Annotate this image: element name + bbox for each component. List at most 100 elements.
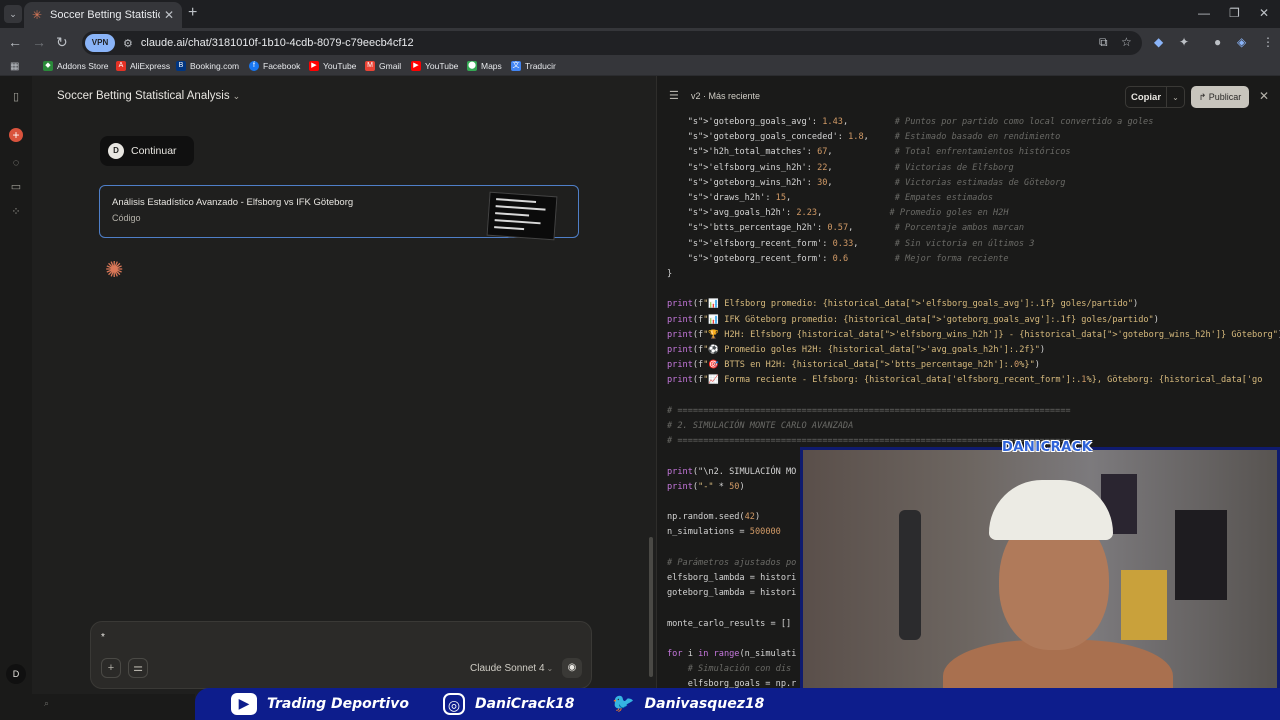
bookmark-traducir[interactable]: 文 Traducir: [511, 61, 556, 71]
composer-input[interactable]: *: [101, 632, 105, 643]
bookmark-booking[interactable]: B Booking.com: [176, 61, 239, 71]
code-line: "s">'elfsborg_recent_form': 0.33, # Sin …: [687, 238, 1035, 249]
claude-thinking-icon: ✺: [105, 257, 124, 282]
browser-toolbar: ← → ↻ VPN ⚙ claude.ai/chat/3181010f-1b10…: [0, 28, 1280, 58]
wall-poster: [1175, 510, 1227, 600]
microphone: [899, 510, 921, 640]
minimize-icon[interactable]: —: [1198, 6, 1210, 20]
new-tab-icon[interactable]: +: [188, 4, 197, 22]
code-line: monte_carlo_results = []: [667, 618, 792, 629]
code-line: np.random.seed(42): [667, 512, 761, 523]
restore-icon[interactable]: ❐: [1229, 6, 1240, 20]
social-banner: ▶ Trading Deportivo ◎ DaniCrack18 🐦 Danivas…: [195, 688, 1280, 720]
code-line: print(f"⚽ Promedio goles H2H: {historica…: [667, 345, 1046, 355]
twitter-bird-icon: 🐦: [610, 693, 633, 714]
bookmark-aliexpress[interactable]: A AliExpress: [116, 61, 170, 71]
chevron-down-icon: ⌄: [546, 664, 554, 673]
bookmark-maps[interactable]: ⬤ Maps: [467, 61, 502, 71]
webcam-overlay: [800, 447, 1280, 720]
bookmark-gmail[interactable]: M Gmail: [365, 61, 401, 71]
vpn-badge[interactable]: VPN: [85, 34, 115, 52]
url-text[interactable]: claude.ai/chat/3181010f-1b10-4cdb-8079-c…: [141, 37, 414, 49]
code-line: # 2. SIMULACIÓN MONTE CARLO AVANZADA: [667, 421, 854, 431]
attach-plus-icon[interactable]: +: [101, 658, 121, 678]
new-chat-icon[interactable]: +: [9, 128, 23, 142]
code-line: "s">'goteborg_goals_avg': 1.43, # Puntos…: [687, 117, 1154, 127]
code-line: print(f"🏆 H2H: Elfsborg {historical_data…: [667, 329, 1280, 340]
version-label[interactable]: v2 · Más reciente: [691, 91, 760, 101]
model-selector[interactable]: Claude Sonnet 4 ⌄: [470, 663, 553, 674]
extensions-puzzle-icon[interactable]: ✦: [1179, 35, 1189, 49]
code-line: # Simulación con dis: [687, 664, 792, 675]
youtube-icon: ▶: [231, 693, 257, 715]
code-line: "s">'goteborg_wins_h2h': 30, # Victorias…: [687, 177, 1066, 188]
tab-search-icon[interactable]: ⌄: [4, 5, 22, 23]
message-composer[interactable]: * + ⚌ Claude Sonnet 4 ⌄ ◉: [90, 621, 592, 689]
youtube-icon: ▶: [309, 61, 319, 71]
code-line: "s">'btts_percentage_h2h': 0.57, # Porce…: [687, 223, 1025, 234]
continue-button[interactable]: D Continuar: [100, 136, 194, 166]
profile-icon[interactable]: ●: [1214, 35, 1221, 49]
chats-icon[interactable]: ◌: [9, 156, 23, 170]
bookmark-youtube-1[interactable]: ▶ YouTube: [309, 61, 356, 71]
code-line: # ======================================…: [667, 405, 1071, 416]
code-panel-header: ☰ v2 · Más reciente Copiar ⌄ ↱ Publicar …: [657, 76, 1280, 116]
reload-icon[interactable]: ↻: [56, 34, 68, 51]
chat-pane: Soccer Betting Statistical Analysis ⌄ D C…: [32, 76, 656, 720]
gmail-icon: M: [365, 61, 375, 71]
translate-icon: 文: [511, 61, 521, 71]
code-line: print(f"📈 Forma reciente - Elfsborg: {hi…: [667, 375, 1263, 386]
close-tab-icon[interactable]: ✕: [164, 8, 174, 22]
artifact-thumbnail: [486, 191, 558, 241]
code-line: "s">'h2h_total_matches': 67, # Total enf…: [687, 147, 1071, 158]
site-info-icon[interactable]: ⚙: [123, 37, 133, 50]
chevron-down-icon[interactable]: ⌄: [1167, 86, 1185, 108]
code-line: goteborg_lambda = histori: [667, 588, 797, 599]
tab-title: Soccer Betting Statistical Analy...: [50, 9, 160, 21]
back-icon[interactable]: ←: [8, 34, 22, 50]
code-line: "s">'elfsborg_wins_h2h': 22, # Victorias…: [687, 162, 1014, 173]
sidebar-toggle-icon[interactable]: ▯: [9, 90, 23, 104]
search-icon[interactable]: ⌕: [44, 698, 49, 709]
code-line: "s">'draws_h2h': 15, # Empates estimados: [687, 193, 993, 203]
code-line: "s">'goteborg_goals_conceded': 1.8, # Es…: [687, 132, 1061, 143]
maps-icon: ⬤: [467, 61, 477, 71]
code-line: for i in range(n_simulati: [667, 649, 797, 659]
bookmark-youtube-2[interactable]: ▶ YouTube: [411, 61, 458, 71]
code-line: # Parámetros ajustados po: [667, 557, 797, 568]
code-line: print("-" * 50): [667, 481, 745, 492]
security-extension-icon[interactable]: ◈: [1237, 35, 1246, 49]
apps-grid-icon[interactable]: ▦: [10, 61, 19, 72]
extension-shield-icon[interactable]: ◆: [1154, 35, 1163, 49]
streamer-tag: DANICRACK: [1002, 440, 1093, 455]
forward-icon[interactable]: →: [32, 34, 46, 50]
copy-button[interactable]: Copiar: [1125, 86, 1167, 108]
chat-title[interactable]: Soccer Betting Statistical Analysis ⌄: [57, 90, 240, 102]
code-line: print(f"📊 Elfsborg promedio: {historical…: [667, 299, 1139, 310]
chat-scrollbar[interactable]: [649, 537, 653, 677]
bookmark-facebook[interactable]: f Facebook: [249, 61, 300, 71]
window-close-icon[interactable]: ✕: [1259, 6, 1269, 20]
address-bar[interactable]: VPN ⚙ claude.ai/chat/3181010f-1b10-4cdb-…: [82, 31, 1142, 55]
list-icon[interactable]: ☰: [669, 89, 679, 102]
install-app-icon[interactable]: ⧉: [1099, 35, 1108, 50]
browser-tab-active[interactable]: ✳ Soccer Betting Statistical Analy... ✕: [24, 2, 182, 28]
code-line: "s">'avg_goals_h2h': 2.23, # Promedio go…: [687, 208, 1009, 219]
user-avatar[interactable]: D: [6, 664, 26, 684]
claude-favicon-icon: ✳: [32, 8, 43, 22]
menu-kebab-icon[interactable]: ⋮: [1262, 35, 1274, 49]
artifact-card[interactable]: Análisis Estadístico Avanzado - Elfsborg…: [99, 185, 579, 241]
close-icon[interactable]: ✕: [1259, 89, 1269, 103]
projects-icon[interactable]: ▭: [9, 180, 23, 194]
code-line: print(f"🎯 BTTS en H2H: {historical_data[…: [667, 360, 1040, 371]
voice-mode-icon[interactable]: ◉: [562, 658, 582, 678]
bookmark-addons-store[interactable]: ◆ Addons Store: [43, 61, 109, 71]
code-line: print(f"📊 IFK Göteborg promedio: {histor…: [667, 314, 1159, 325]
tools-sliders-icon[interactable]: ⚌: [128, 658, 148, 678]
artifact-title: Análisis Estadístico Avanzado - Elfsborg…: [112, 197, 354, 208]
aliexpress-icon: A: [116, 61, 126, 71]
avatar: D: [108, 143, 124, 159]
publish-button[interactable]: ↱ Publicar: [1191, 86, 1249, 108]
bookmark-star-icon[interactable]: ☆: [1121, 35, 1132, 49]
artifacts-icon[interactable]: ⁘: [9, 205, 23, 219]
